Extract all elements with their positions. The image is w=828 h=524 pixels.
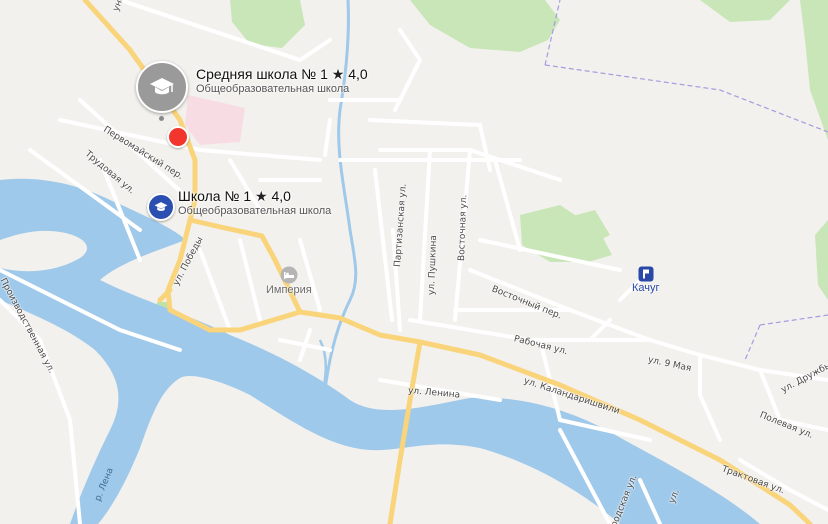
- poi-label: Качуг: [632, 282, 660, 294]
- place-title: Школа № 1: [178, 188, 252, 204]
- hotel-bed-icon: [280, 266, 298, 284]
- map-base-layer: [0, 0, 828, 524]
- graduation-cap-icon: [150, 78, 174, 95]
- graduation-cap-icon: [154, 202, 168, 211]
- pink-area: [185, 95, 245, 145]
- boundary-lines: [544, 0, 828, 361]
- star-icon: ★: [331, 66, 345, 82]
- place-rating: 4,0: [271, 188, 291, 204]
- school-marker[interactable]: [136, 61, 188, 113]
- street-label: ул. Пушкина: [427, 235, 440, 296]
- place-card-secondary-school[interactable]: Средняя школа № 1 ★ 4,0 Общеобразователь…: [196, 66, 368, 96]
- place-category: Общеобразовательная школа: [178, 205, 332, 217]
- place-category: Общеобразовательная школа: [196, 83, 350, 95]
- bus-station-icon: [638, 266, 654, 282]
- poi-hotel[interactable]: Империя: [266, 266, 312, 296]
- place-rating: 4,0: [348, 66, 368, 82]
- star-icon: ★: [255, 188, 268, 204]
- current-location-dot[interactable]: [167, 126, 189, 148]
- poi-label: Империя: [266, 284, 312, 296]
- place-title: Средняя школа № 1: [196, 66, 328, 82]
- map-canvas[interactable]: унской Первомайский пер. Трудовая ул. ул…: [0, 0, 828, 524]
- place-card-school[interactable]: Школа № 1 ★ 4,0 Общеобразовательная школ…: [178, 188, 331, 218]
- school-marker-small[interactable]: [147, 193, 175, 221]
- marker-anchor-dot: [159, 116, 164, 121]
- poi-bus-station[interactable]: Качуг: [632, 266, 660, 294]
